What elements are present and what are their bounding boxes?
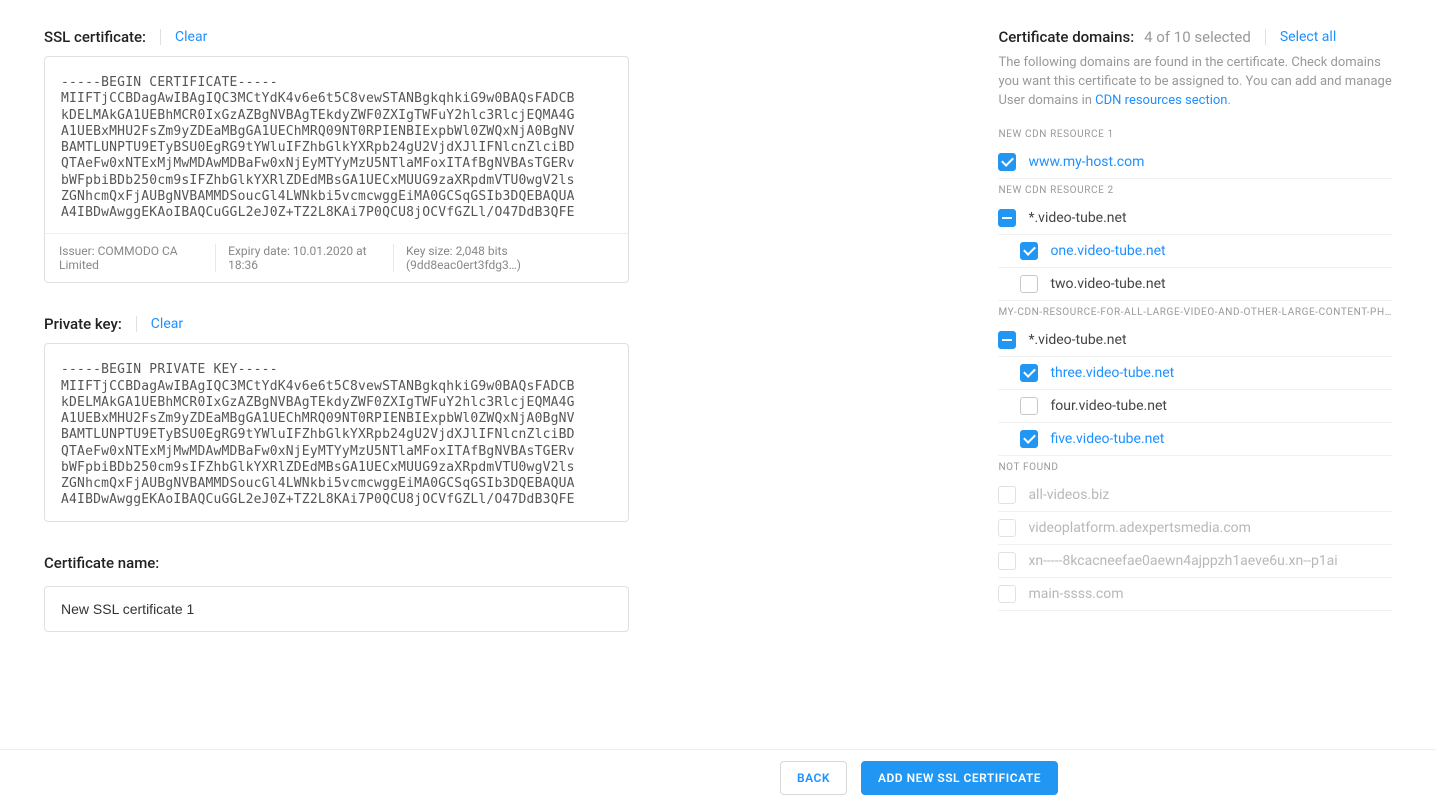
cdn-resources-link[interactable]: CDN resources section [1095,93,1227,108]
desc-suffix: . [1227,93,1230,108]
add-certificate-button[interactable]: ADD NEW SSL CERTIFICATE [861,761,1058,795]
domain-text: www.my-host.com [1028,154,1144,170]
domain-row: xn-----8kcacneefae0aewn4ajppzh1aeve6u.xn… [998,545,1392,578]
domain-text: videoplatform.adexpertsmedia.com [1028,520,1250,536]
domain-group-label: NEW CDN RESOURCE 1 [998,129,1392,140]
certificate-domains-title: Certificate domains: [998,28,1134,46]
private-key-clear-link[interactable]: Clear [151,316,183,332]
ssl-certificate-text[interactable]: -----BEGIN CERTIFICATE----- MIIFTjCCBDag… [45,57,628,233]
domain-checkbox[interactable] [1020,242,1038,260]
certificate-name-input[interactable] [44,586,629,632]
divider [1265,29,1266,45]
domain-checkbox [998,519,1016,537]
domain-row[interactable]: two.video-tube.net [998,268,1392,301]
domain-text: five.video-tube.net [1050,431,1164,447]
domain-row[interactable]: three.video-tube.net [998,357,1392,390]
back-button[interactable]: BACK [780,761,847,795]
divider [160,29,161,45]
domain-text: four.video-tube.net [1050,398,1167,414]
domain-text: *.video-tube.net [1028,210,1126,226]
domain-row[interactable]: *.video-tube.net [998,324,1392,357]
domain-text: xn-----8kcacneefae0aewn4ajppzh1aeve6u.xn… [1028,553,1337,569]
private-key-header: Private key: Clear [44,315,629,333]
domain-checkbox[interactable] [1020,430,1038,448]
domain-checkbox[interactable] [1020,275,1038,293]
domain-row[interactable]: five.video-tube.net [998,423,1392,456]
domain-checkbox[interactable] [1020,364,1038,382]
domain-checkbox [998,585,1016,603]
domain-checkbox[interactable] [998,209,1016,227]
ssl-certificate-header: SSL certificate: Clear [44,28,629,46]
select-all-link[interactable]: Select all [1280,29,1336,45]
domain-row[interactable]: one.video-tube.net [998,235,1392,268]
domain-row: all-videos.biz [998,479,1392,512]
private-key-label: Private key: [44,315,122,333]
private-key-box: -----BEGIN PRIVATE KEY----- MIIFTjCCBDag… [44,343,629,521]
domain-text: one.video-tube.net [1050,243,1165,259]
private-key-text[interactable]: -----BEGIN PRIVATE KEY----- MIIFTjCCBDag… [45,344,628,520]
certificate-domains-header: Certificate domains: 4 of 10 selected Se… [998,28,1392,46]
keysize-label: Key size: 2,048 bits (9dd8eac0ert3fdg3…) [394,244,614,272]
footer: BACK ADD NEW SSL CERTIFICATE [0,749,1436,805]
certificate-domains-count: 4 of 10 selected [1144,28,1251,46]
domain-checkbox[interactable] [998,331,1016,349]
domain-row: videoplatform.adexpertsmedia.com [998,512,1392,545]
ssl-certificate-label: SSL certificate: [44,28,146,46]
certificate-domains-desc: The following domains are found in the c… [998,54,1392,111]
domain-row[interactable]: www.my-host.com [998,146,1392,179]
domain-text: *.video-tube.net [1028,332,1126,348]
domain-text: all-videos.biz [1028,487,1109,503]
domain-row[interactable]: *.video-tube.net [998,202,1392,235]
domain-checkbox[interactable] [1020,397,1038,415]
domain-group-label: MY-CDN-RESOURCE-FOR-ALL-LARGE-VIDEO-AND-… [998,307,1392,318]
domain-text: two.video-tube.net [1050,276,1165,292]
domain-checkbox[interactable] [998,153,1016,171]
domain-checkbox [998,486,1016,504]
domain-group-label: NOT FOUND [998,462,1392,473]
domain-row[interactable]: four.video-tube.net [998,390,1392,423]
domain-group-label: NEW CDN RESOURCE 2 [998,185,1392,196]
domain-text: main-ssss.com [1028,586,1123,602]
ssl-clear-link[interactable]: Clear [175,29,207,45]
domain-row: main-ssss.com [998,578,1392,611]
domain-checkbox [998,552,1016,570]
expiry-label: Expiry date: 10.01.2020 at 18:36 [216,244,394,272]
divider [136,316,137,332]
ssl-certificate-box: -----BEGIN CERTIFICATE----- MIIFTjCCBDag… [44,56,629,283]
issuer-label: Issuer: COMMODO CA Limited [59,244,216,272]
certificate-name-label: Certificate name: [44,554,629,572]
ssl-certificate-meta: Issuer: COMMODO CA Limited Expiry date: … [45,233,628,282]
domain-text: three.video-tube.net [1050,365,1174,381]
